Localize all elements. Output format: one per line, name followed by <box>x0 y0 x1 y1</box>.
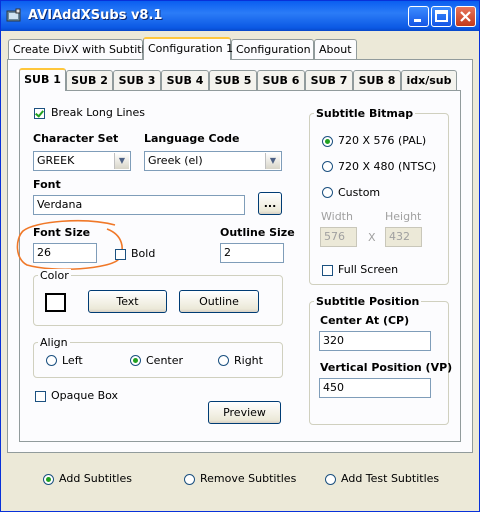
subtab-sub7[interactable]: SUB 7 <box>305 70 353 90</box>
opaque-box-checkbox[interactable] <box>35 391 46 402</box>
add-test-subtitles-label: Add Test Subtitles <box>341 472 440 485</box>
font-field[interactable]: Verdana <box>33 195 245 215</box>
font-size-value: 26 <box>37 246 51 259</box>
center-at-field[interactable]: 320 <box>319 331 431 351</box>
custom-radio[interactable] <box>322 187 333 198</box>
outline-color-button[interactable]: Outline <box>179 290 259 313</box>
height-label: Height <box>385 210 422 223</box>
center-at-label: Center At (CP) <box>320 314 410 327</box>
color-group-title: Color <box>38 269 71 282</box>
align-right-radio[interactable] <box>218 355 229 366</box>
preview-button[interactable]: Preview <box>208 401 281 424</box>
height-value: 432 <box>389 230 410 243</box>
outline-size-field[interactable]: 2 <box>220 243 284 263</box>
language-code-value: Greek (el) <box>148 154 203 167</box>
outline-size-value: 2 <box>224 246 231 259</box>
tab-about[interactable]: About <box>314 39 357 60</box>
subtab-sub6[interactable]: SUB 6 <box>257 70 305 90</box>
subtab-sub5[interactable]: SUB 5 <box>209 70 257 90</box>
subtab-sub2[interactable]: SUB 2 <box>66 70 113 90</box>
maximize-button[interactable] <box>431 6 452 27</box>
subtitle-position-title: Subtitle Position <box>314 295 422 308</box>
align-right-label: Right <box>234 354 263 367</box>
vertical-position-value: 450 <box>323 381 344 394</box>
full-screen-label: Full Screen <box>338 263 399 276</box>
minimize-icon <box>414 19 421 22</box>
language-code-combo[interactable]: Greek (el) ▼ <box>144 151 282 171</box>
break-long-lines-checkbox[interactable] <box>34 108 45 119</box>
window-title: AVIAddXSubs v8.1 <box>28 8 163 23</box>
language-code-label: Language Code <box>144 132 240 145</box>
align-left-label: Left <box>62 354 83 367</box>
add-test-subtitles-radio[interactable] <box>325 474 336 485</box>
custom-label: Custom <box>338 186 381 199</box>
width-field[interactable]: 576 <box>320 227 357 247</box>
vertical-position-field[interactable]: 450 <box>319 378 431 398</box>
remove-subtitles-label: Remove Subtitles <box>200 472 297 485</box>
character-set-label: Character Set <box>33 132 119 145</box>
minimize-button[interactable] <box>408 6 429 27</box>
subtab-idx-sub[interactable]: idx/sub <box>401 70 457 90</box>
outline-size-label: Outline Size <box>220 226 295 239</box>
break-long-lines-label: Break Long Lines <box>51 106 145 119</box>
maximize-icon <box>435 10 448 22</box>
center-at-value: 320 <box>323 334 344 347</box>
subtab-sub8[interactable]: SUB 8 <box>353 70 401 90</box>
close-button[interactable] <box>455 6 476 27</box>
tab-configuration-1[interactable]: Configuration 1 <box>143 37 233 60</box>
chevron-down-icon[interactable]: ▼ <box>265 153 280 169</box>
full-screen-checkbox[interactable] <box>322 265 333 276</box>
width-label: Width <box>321 210 353 223</box>
align-group-title: Align <box>38 336 70 349</box>
bold-label: Bold <box>131 247 156 260</box>
app-icon <box>6 8 21 22</box>
font-size-field[interactable]: 26 <box>33 243 97 263</box>
font-browse-button[interactable]: ... <box>258 192 282 215</box>
width-value: 576 <box>324 230 345 243</box>
align-center-radio[interactable] <box>130 355 141 366</box>
tab-create-divx[interactable]: Create DivX with Subtitles <box>8 39 157 60</box>
app-window: AVIAddXSubs v8.1 Create DivX with Subtit… <box>0 0 480 512</box>
ntsc-radio[interactable] <box>322 161 333 172</box>
height-field[interactable]: 432 <box>385 227 422 247</box>
vertical-position-label: Vertical Position (VP) <box>320 361 453 374</box>
font-size-label: Font Size <box>33 226 91 239</box>
subtab-sub3[interactable]: SUB 3 <box>113 70 161 90</box>
pal-radio[interactable] <box>322 136 333 147</box>
add-subtitles-radio[interactable] <box>43 474 54 485</box>
align-center-label: Center <box>146 354 184 367</box>
tab-configuration-2[interactable]: Configuration 2 <box>231 39 321 60</box>
opaque-box-label: Opaque Box <box>51 389 119 402</box>
close-icon <box>460 11 471 22</box>
pal-label: 720 X 576 (PAL) <box>338 134 427 147</box>
font-value: Verdana <box>37 198 83 211</box>
add-subtitles-label: Add Subtitles <box>59 472 132 485</box>
text-color-button[interactable]: Text <box>88 290 167 313</box>
bold-checkbox[interactable] <box>115 249 126 260</box>
chevron-down-icon[interactable]: ▼ <box>114 153 129 169</box>
subtitle-bitmap-title: Subtitle Bitmap <box>314 107 416 120</box>
align-left-radio[interactable] <box>46 355 57 366</box>
remove-subtitles-radio[interactable] <box>184 474 195 485</box>
character-set-combo[interactable]: GREEK ▼ <box>33 151 131 171</box>
title-bar[interactable]: AVIAddXSubs v8.1 <box>1 1 479 31</box>
subtab-sub4[interactable]: SUB 4 <box>161 70 209 90</box>
subtab-sub1[interactable]: SUB 1 <box>19 68 66 91</box>
x-separator: X <box>368 231 376 244</box>
character-set-value: GREEK <box>37 154 75 167</box>
color-swatch[interactable] <box>45 293 66 312</box>
ntsc-label: 720 X 480 (NTSC) <box>338 160 437 173</box>
font-label: Font <box>33 178 61 191</box>
